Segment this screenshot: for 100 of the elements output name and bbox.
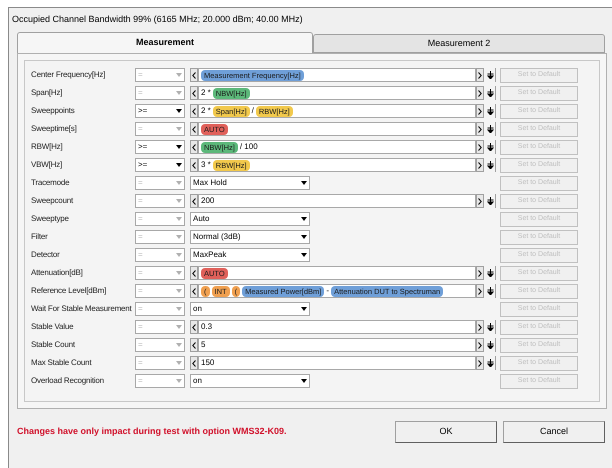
expression-text: 150 xyxy=(201,357,214,369)
value-dropdown[interactable]: on xyxy=(190,302,310,316)
left-chevron-button[interactable] xyxy=(190,68,198,82)
chevron-left-icon xyxy=(192,162,196,168)
expression-text: / 100 xyxy=(240,141,258,153)
left-chevron-button[interactable] xyxy=(190,122,198,136)
chevron-right-icon xyxy=(478,144,482,150)
chevron-left-icon xyxy=(192,144,196,150)
left-chevron-button[interactable] xyxy=(190,86,198,100)
insert-button[interactable] xyxy=(486,284,496,298)
insert-button[interactable] xyxy=(486,86,496,100)
left-chevron-button[interactable] xyxy=(190,194,198,208)
down-arrow-icon xyxy=(487,107,494,115)
left-chevron-button[interactable] xyxy=(190,338,198,352)
field-label: VBW[Hz] xyxy=(30,159,64,171)
down-arrow-icon xyxy=(487,359,494,367)
right-chevron-button[interactable] xyxy=(476,122,484,136)
right-chevron-button[interactable] xyxy=(476,266,484,280)
chevron-right-icon xyxy=(478,342,482,348)
chevron-left-icon xyxy=(192,324,196,330)
value-dropdown[interactable]: on xyxy=(190,374,310,388)
right-chevron-button[interactable] xyxy=(476,194,484,208)
chevron-left-icon xyxy=(192,72,196,78)
chevron-left-icon xyxy=(192,108,196,114)
dropdown-arrow-icon xyxy=(176,73,182,77)
field-label: Reference Level[dBm] xyxy=(30,285,108,297)
insert-button[interactable] xyxy=(486,68,496,82)
value-dropdown[interactable]: Max Hold xyxy=(190,176,310,190)
expression-field[interactable]: 5 xyxy=(198,338,476,352)
left-chevron-button[interactable] xyxy=(190,284,198,298)
warning-note: Changes have only impact during test with option WMS32-K09. xyxy=(17,425,288,438)
field-label: Detector xyxy=(30,249,61,261)
dropdown-arrow-icon xyxy=(301,181,307,185)
field-label: Max Stable Count xyxy=(30,357,92,369)
chevron-right-icon xyxy=(478,288,482,294)
comparison-dropdown[interactable]: >= xyxy=(135,158,185,172)
field-label: Sweepcount xyxy=(30,195,74,207)
insert-button[interactable] xyxy=(486,194,496,208)
dropdown-arrow-icon xyxy=(176,91,182,95)
value-dropdown[interactable]: Auto xyxy=(190,212,310,226)
insert-button[interactable] xyxy=(486,104,496,118)
field-label: Span[Hz] xyxy=(30,87,64,99)
chevron-left-icon xyxy=(192,198,196,204)
window-title: Occupied Channel Bandwidth 99% (6165 MHz; 20.000 dBm; 40.00 MHz) xyxy=(11,13,304,26)
dropdown-arrow-icon xyxy=(176,271,182,275)
field-label: Overload Recognition xyxy=(30,375,105,387)
dialog-button[interactable]: OK xyxy=(395,421,497,443)
tab[interactable]: Measurement xyxy=(17,32,313,53)
field-label: Stable Count xyxy=(30,339,76,351)
insert-button[interactable] xyxy=(486,158,496,172)
left-chevron-button[interactable] xyxy=(190,356,198,370)
value-dropdown[interactable]: Normal (3dB) xyxy=(190,230,310,244)
insert-button[interactable] xyxy=(486,140,496,154)
insert-button[interactable] xyxy=(486,320,496,334)
right-chevron-button[interactable] xyxy=(476,86,484,100)
left-chevron-button[interactable] xyxy=(190,266,198,280)
left-chevron-button[interactable] xyxy=(190,320,198,334)
down-arrow-icon xyxy=(487,269,494,277)
right-chevron-button[interactable] xyxy=(476,140,484,154)
dropdown-arrow-icon xyxy=(176,181,182,185)
right-chevron-button[interactable] xyxy=(476,68,484,82)
insert-button[interactable] xyxy=(486,338,496,352)
expression-field[interactable]: 200 xyxy=(198,194,476,208)
expression-field[interactable]: 150 xyxy=(198,356,476,370)
expression-text: 2 * xyxy=(201,105,211,117)
right-chevron-button[interactable] xyxy=(476,158,484,172)
chevron-left-icon xyxy=(192,360,196,366)
insert-button[interactable] xyxy=(486,356,496,370)
right-chevron-button[interactable] xyxy=(476,104,484,118)
chevron-right-icon xyxy=(478,198,482,204)
field-label: Center Frequency[Hz] xyxy=(30,69,106,81)
dropdown-arrow-icon xyxy=(176,145,182,149)
dropdown-arrow-icon xyxy=(176,163,182,167)
insert-button[interactable] xyxy=(486,266,496,280)
right-chevron-button[interactable] xyxy=(476,284,484,298)
down-arrow-icon xyxy=(487,143,494,151)
down-arrow-icon xyxy=(487,287,494,295)
tab[interactable]: Measurement 2 xyxy=(313,34,605,53)
expression-field[interactable]: 0.3 xyxy=(198,320,476,334)
down-arrow-icon xyxy=(487,125,494,133)
dropdown-arrow-icon xyxy=(301,307,307,311)
dropdown-arrow-icon xyxy=(176,199,182,203)
left-chevron-button[interactable] xyxy=(190,104,198,118)
insert-button[interactable] xyxy=(486,122,496,136)
left-chevron-button[interactable] xyxy=(190,158,198,172)
expression-text: 200 xyxy=(201,195,214,207)
dropdown-arrow-icon xyxy=(176,253,182,257)
dialog-button[interactable]: Cancel xyxy=(503,421,605,443)
dropdown-arrow-icon xyxy=(176,289,182,293)
right-chevron-button[interactable] xyxy=(476,338,484,352)
comparison-dropdown[interactable]: >= xyxy=(135,104,185,118)
expression-text: 3 * xyxy=(201,159,211,171)
right-chevron-button[interactable] xyxy=(476,320,484,334)
value-dropdown[interactable]: MaxPeak xyxy=(190,248,310,262)
right-chevron-button[interactable] xyxy=(476,356,484,370)
dropdown-arrow-icon xyxy=(176,307,182,311)
comparison-dropdown[interactable]: >= xyxy=(135,140,185,154)
left-chevron-button[interactable] xyxy=(190,140,198,154)
chevron-left-icon xyxy=(192,288,196,294)
dropdown-arrow-icon xyxy=(301,379,307,383)
